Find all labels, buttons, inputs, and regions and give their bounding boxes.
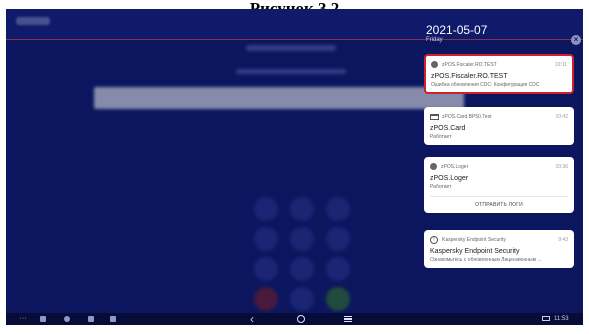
notification-body: Ознакомьтесь с обновленным Лицензионным … — [430, 257, 542, 263]
notification-title: Kaspersky Endpoint Security — [430, 248, 520, 255]
settings-icon — [64, 316, 70, 322]
notification-app-name: zPOS.Loger — [441, 163, 469, 170]
notification-app-name: Kaspersky Endpoint Security — [442, 236, 506, 243]
notification-body: Ошибка обновления CDC: Конфигурация CDC — [431, 82, 540, 88]
clear-all-icon[interactable]: × — [571, 35, 581, 45]
overflow-icon[interactable]: ··· — [16, 313, 30, 325]
notification-kaspersky[interactable]: ! Kaspersky Endpoint Security 9:43 Kaspe… — [424, 230, 574, 268]
notification-title: zPOS.Fiscaler.RO.TEST — [431, 73, 508, 80]
status-clock: 11:53 — [554, 316, 569, 322]
app-dot-icon — [431, 61, 438, 68]
back-button[interactable]: ‹ — [246, 313, 258, 325]
info-icon: ! — [430, 235, 438, 244]
signal-icon — [110, 316, 116, 322]
usb-icon — [88, 316, 94, 322]
shade-date: 2021-05-07 — [426, 23, 488, 37]
device-screen: 2021-05-07 Friday × zPOS.Fiscaler.RO.TES… — [6, 9, 583, 325]
shade-weekday: Friday — [426, 37, 443, 43]
notification-time: 10:42 — [555, 113, 568, 120]
notification-card[interactable]: zPOS.Card.BP50.Test 10:42 zPOS.Card Рабо… — [424, 107, 574, 145]
recents-button[interactable] — [344, 316, 352, 322]
notification-title: zPOS.Card — [430, 125, 466, 132]
notification-app-name: zPOS.Fiscaler.RO.TEST — [442, 61, 497, 68]
notification-time: 10:36 — [555, 163, 568, 170]
notification-title: zPOS.Loger — [430, 175, 469, 182]
notification-app-name: zPOS.Card.BP50.Test — [442, 113, 492, 120]
bluetooth-icon — [40, 316, 46, 322]
notification-body: Работает — [430, 184, 452, 190]
notification-fiscaler[interactable]: zPOS.Fiscaler.RO.TEST 10:11 zPOS.Fiscale… — [424, 54, 574, 94]
notification-time: 10:11 — [554, 61, 567, 68]
notification-body: Работает — [430, 134, 452, 140]
card-icon — [430, 113, 439, 120]
battery-icon — [542, 316, 550, 321]
home-button[interactable] — [297, 315, 305, 323]
navigation-bar: ··· ‹ 11:53 — [6, 313, 583, 325]
send-logs-button[interactable]: ОТПРАВИТЬ ЛОГИ — [430, 196, 568, 208]
notification-time: 9:43 — [558, 236, 568, 243]
notification-loger[interactable]: zPOS.Loger 10:36 zPOS.Loger Работает ОТП… — [424, 157, 574, 213]
app-dot-icon — [430, 163, 437, 170]
